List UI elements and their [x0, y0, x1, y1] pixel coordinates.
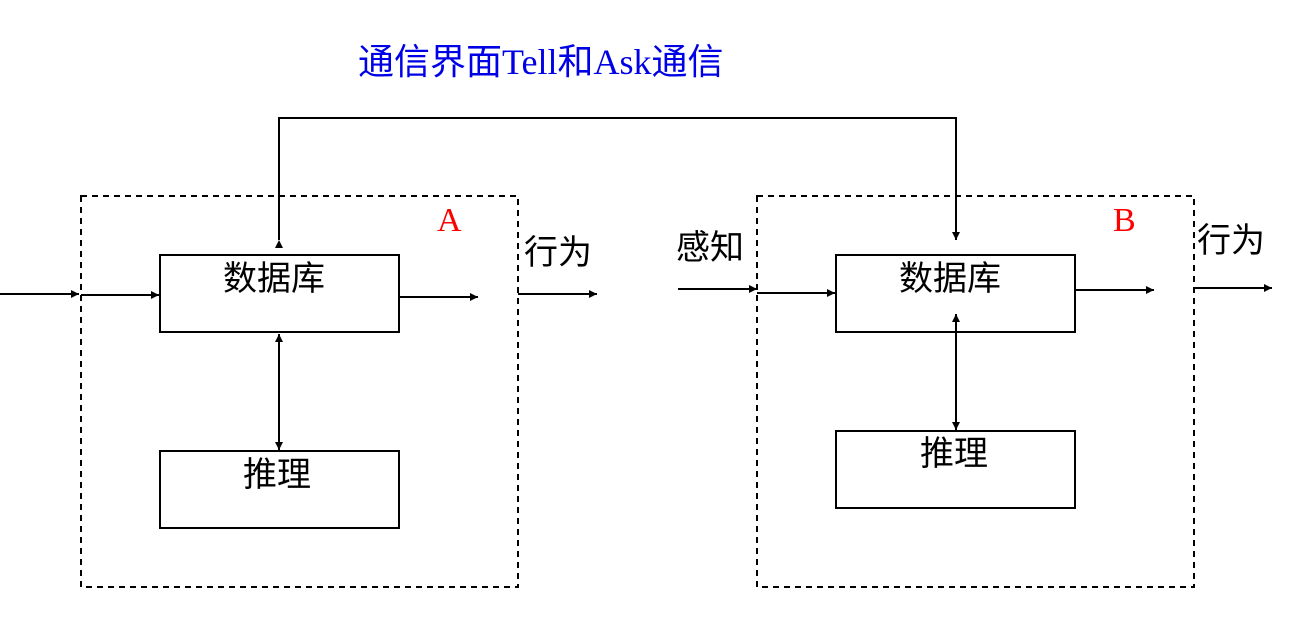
agent-b-reasoning-label: 推理: [920, 434, 988, 474]
agent-communication-diagram: [0, 117, 1272, 588]
communication-link: [275, 117, 960, 248]
agent-b-tag: B: [1113, 202, 1136, 239]
agent-b-perception-label: 感知: [676, 228, 744, 268]
agent-a-action-label: 行为: [524, 233, 592, 273]
agent-b-action-label: 行为: [1197, 221, 1265, 261]
agent-a-tag: A: [437, 202, 462, 239]
agent-b-database-label: 数据库: [899, 259, 1001, 299]
agent-a-reasoning-label: 推理: [243, 455, 311, 495]
communication-title: 通信界面Tell和Ask通信: [358, 42, 724, 82]
agent-a-database-label: 数据库: [223, 259, 325, 299]
